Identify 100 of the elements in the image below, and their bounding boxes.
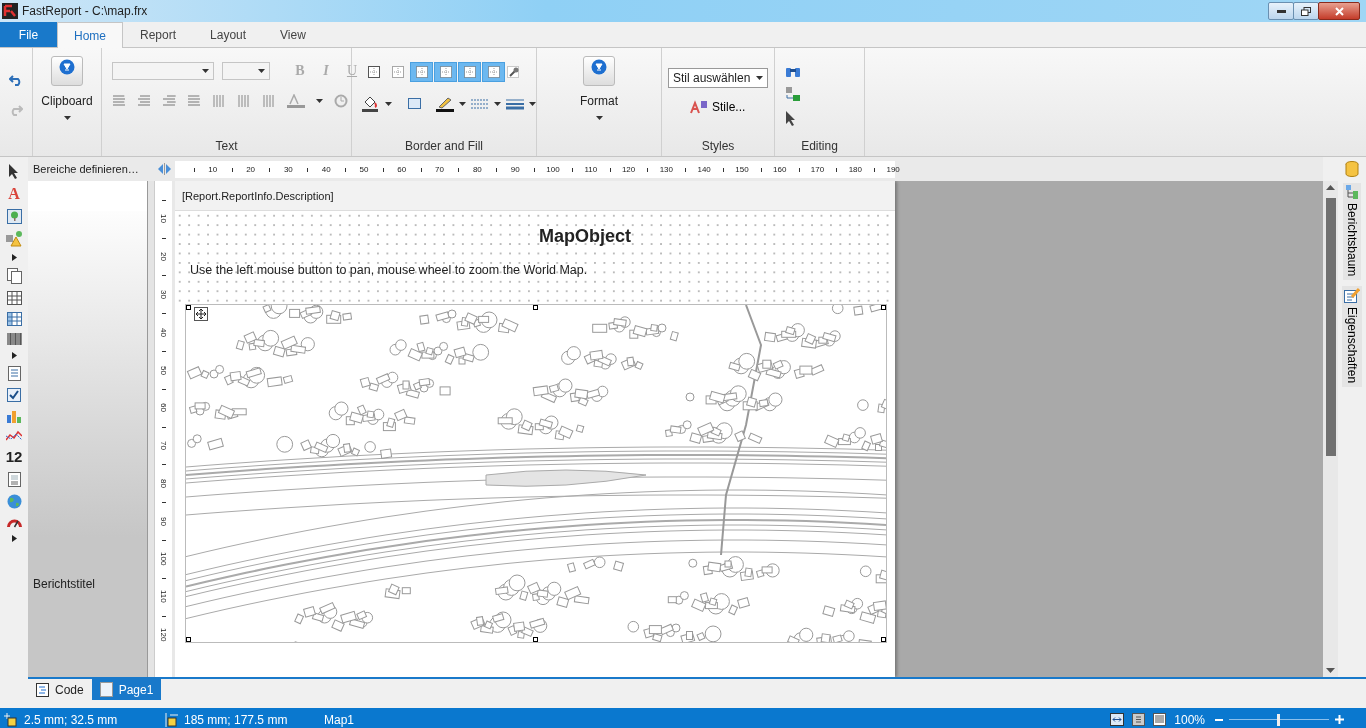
wrench-icon[interactable] [506, 65, 520, 79]
frame-line-icon [414, 65, 429, 79]
ribbon-tab[interactable]: Home [57, 22, 123, 48]
database-icon[interactable] [1345, 161, 1359, 177]
caret-icon[interactable] [385, 102, 392, 106]
band-label: Berichtstitel [33, 577, 96, 591]
ruler-label: 60 [159, 403, 168, 413]
expand-arrow-icon[interactable] [11, 352, 17, 359]
font-name-field[interactable] [112, 62, 214, 80]
ruler-label: 50 [159, 365, 168, 375]
caret-icon[interactable] [756, 76, 763, 80]
report-band[interactable]: Berichtstitel [28, 211, 147, 677]
scrollbar-thumb[interactable] [1325, 198, 1336, 456]
selection-handle[interactable] [186, 637, 191, 642]
ruler-label: 120 [159, 627, 168, 642]
caret-icon[interactable] [494, 102, 501, 106]
fill-bucket-icon[interactable] [362, 96, 380, 112]
cell-text-icon[interactable] [7, 472, 21, 487]
shadow-icon[interactable] [408, 98, 422, 110]
document-icon[interactable] [7, 366, 21, 381]
select-pointer-icon[interactable] [785, 110, 797, 126]
size-readout: 185 mm; 177.5 mm [184, 712, 288, 727]
selection-handle[interactable] [533, 637, 538, 642]
selection-handle[interactable] [533, 305, 538, 310]
scroll-up-icon[interactable] [1326, 185, 1335, 190]
ribbon-tab[interactable]: Layout [193, 22, 264, 47]
side-panel-tab[interactable]: Berichtsbaum [1343, 183, 1361, 281]
caret-icon[interactable] [459, 102, 466, 106]
line-width-icon[interactable] [506, 98, 524, 110]
report-title-band[interactable]: MapObject Use the left mouse button to pan, mouse wheel to zoom the World Map. [175, 211, 895, 304]
ruler-label: 40 [159, 327, 168, 337]
close-button[interactable] [1318, 2, 1360, 20]
ruler-label: 70 [159, 441, 168, 450]
checkbox-icon[interactable] [7, 388, 21, 402]
styles-button[interactable]: Stile... [690, 100, 768, 114]
format-button[interactable]: Format [537, 48, 661, 136]
ruler-label: 10 [159, 214, 168, 224]
pages-icon[interactable] [6, 268, 22, 284]
ruler-label: 100 [546, 164, 560, 174]
selection-handle[interactable] [881, 305, 886, 310]
pointer-icon[interactable] [8, 163, 20, 179]
report-title-text[interactable]: MapObject [539, 226, 631, 247]
barcode-icon[interactable] [6, 333, 22, 345]
zip-code-tool[interactable]: 12 [5, 449, 23, 465]
hint-text[interactable]: Use the left mouse button to pan, mouse wheel to zoom the World Map. [190, 263, 895, 277]
scroll-down-icon[interactable] [1326, 668, 1335, 673]
ruler-label: 130 [659, 164, 674, 174]
picture-icon[interactable] [6, 209, 22, 224]
page-tab[interactable]: Code [28, 679, 92, 700]
zoom-slider-thumb[interactable] [1277, 713, 1280, 726]
clipboard-button[interactable]: Clipboard [33, 48, 101, 136]
panel-toggle-arrows-icon[interactable] [157, 163, 172, 175]
ruler-label: 20 [159, 252, 168, 262]
ruler-label: 190 [886, 164, 900, 174]
ruler-label: 100 [159, 552, 168, 566]
selection-handle[interactable] [881, 637, 886, 642]
ruler-label: 140 [697, 164, 711, 174]
page-tab[interactable]: Page1 [91, 679, 162, 700]
side-panel-tab[interactable]: Eigenschaften [1342, 286, 1362, 388]
list-view-icon[interactable] [1153, 713, 1167, 726]
frame-line-icon [462, 65, 477, 79]
text-color-icon[interactable] [287, 94, 305, 108]
window-title: FastReport - C:\map.frx [22, 4, 149, 18]
caret-icon[interactable] [595, 116, 603, 120]
ribbon-tab[interactable]: View [263, 22, 323, 47]
ribbon-tab[interactable]: Report [123, 22, 194, 47]
zoom-in-icon[interactable] [1335, 715, 1344, 724]
caret-icon[interactable] [63, 116, 71, 120]
ruler-label: 110 [159, 590, 168, 604]
globe-icon[interactable] [6, 494, 22, 509]
maximize-button[interactable] [1293, 2, 1319, 20]
frame-line-icon [390, 65, 405, 79]
font-size-field[interactable] [222, 62, 270, 80]
caret-icon[interactable] [316, 99, 323, 103]
caret-icon[interactable] [202, 69, 209, 73]
bar-chart-icon[interactable] [6, 409, 22, 423]
line-color-icon[interactable] [436, 96, 454, 112]
selection-handle[interactable] [186, 305, 191, 310]
ruler-label: 20 [246, 164, 256, 174]
text-tool[interactable]: A [8, 186, 20, 202]
expand-arrow-icon[interactable] [11, 254, 17, 261]
matrix-icon[interactable] [6, 312, 22, 326]
minimize-button[interactable] [1268, 2, 1294, 20]
table-icon[interactable] [6, 291, 22, 305]
expand-arrow-icon[interactable] [11, 535, 17, 542]
file-menu-button[interactable]: File [0, 22, 57, 47]
style-select[interactable]: Stil auswählen [668, 68, 768, 88]
fit-width-icon[interactable] [1110, 713, 1125, 726]
ruler-label: 90 [510, 164, 520, 174]
move-icon[interactable] [194, 307, 208, 321]
caret-icon[interactable] [529, 102, 536, 106]
line-chart-icon[interactable] [6, 430, 22, 442]
caret-icon[interactable] [258, 69, 265, 73]
ruler-label: 80 [472, 164, 482, 174]
description-field[interactable]: [Report.ReportInfo.Description] [175, 181, 895, 211]
replace-icon[interactable] [785, 86, 801, 102]
page-view-icon[interactable] [1132, 713, 1146, 726]
page-icon [99, 682, 113, 697]
ruler-label: 30 [283, 164, 293, 174]
ruler-label: 50 [359, 164, 369, 174]
